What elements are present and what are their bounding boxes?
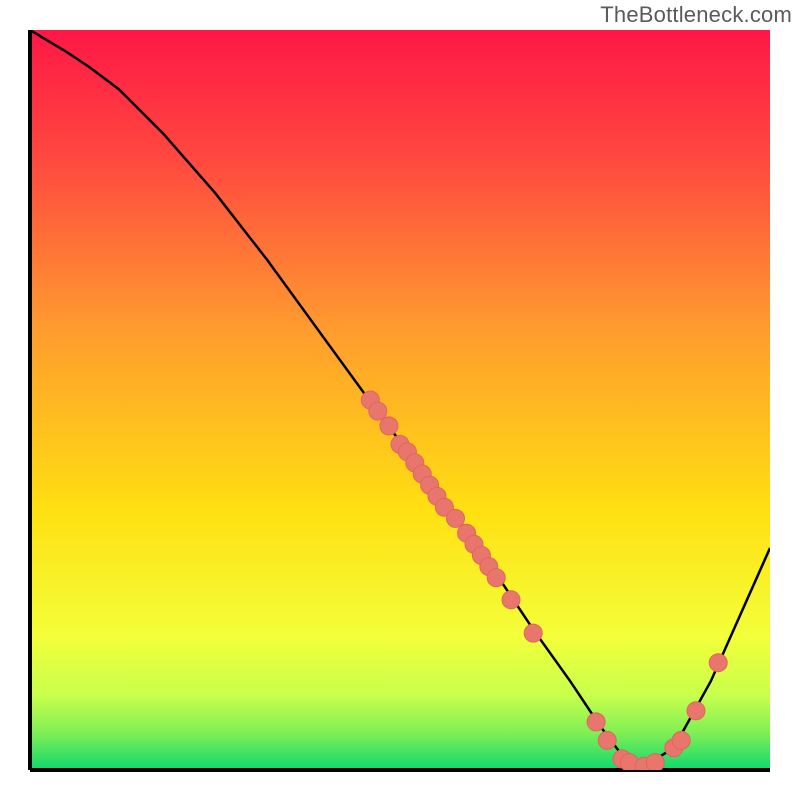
data-point — [487, 569, 505, 587]
data-point — [646, 754, 664, 772]
data-point — [447, 509, 465, 527]
data-point — [502, 591, 520, 609]
data-point — [369, 402, 387, 420]
watermark-text: TheBottleneck.com — [600, 2, 792, 28]
bottleneck-chart — [0, 0, 800, 800]
chart-stage: TheBottleneck.com — [0, 0, 800, 800]
plot-background — [30, 30, 770, 770]
data-point — [687, 702, 705, 720]
data-point — [598, 731, 616, 749]
data-point — [524, 624, 542, 642]
data-point — [709, 654, 727, 672]
data-point — [672, 731, 690, 749]
data-point — [587, 713, 605, 731]
data-point — [380, 417, 398, 435]
